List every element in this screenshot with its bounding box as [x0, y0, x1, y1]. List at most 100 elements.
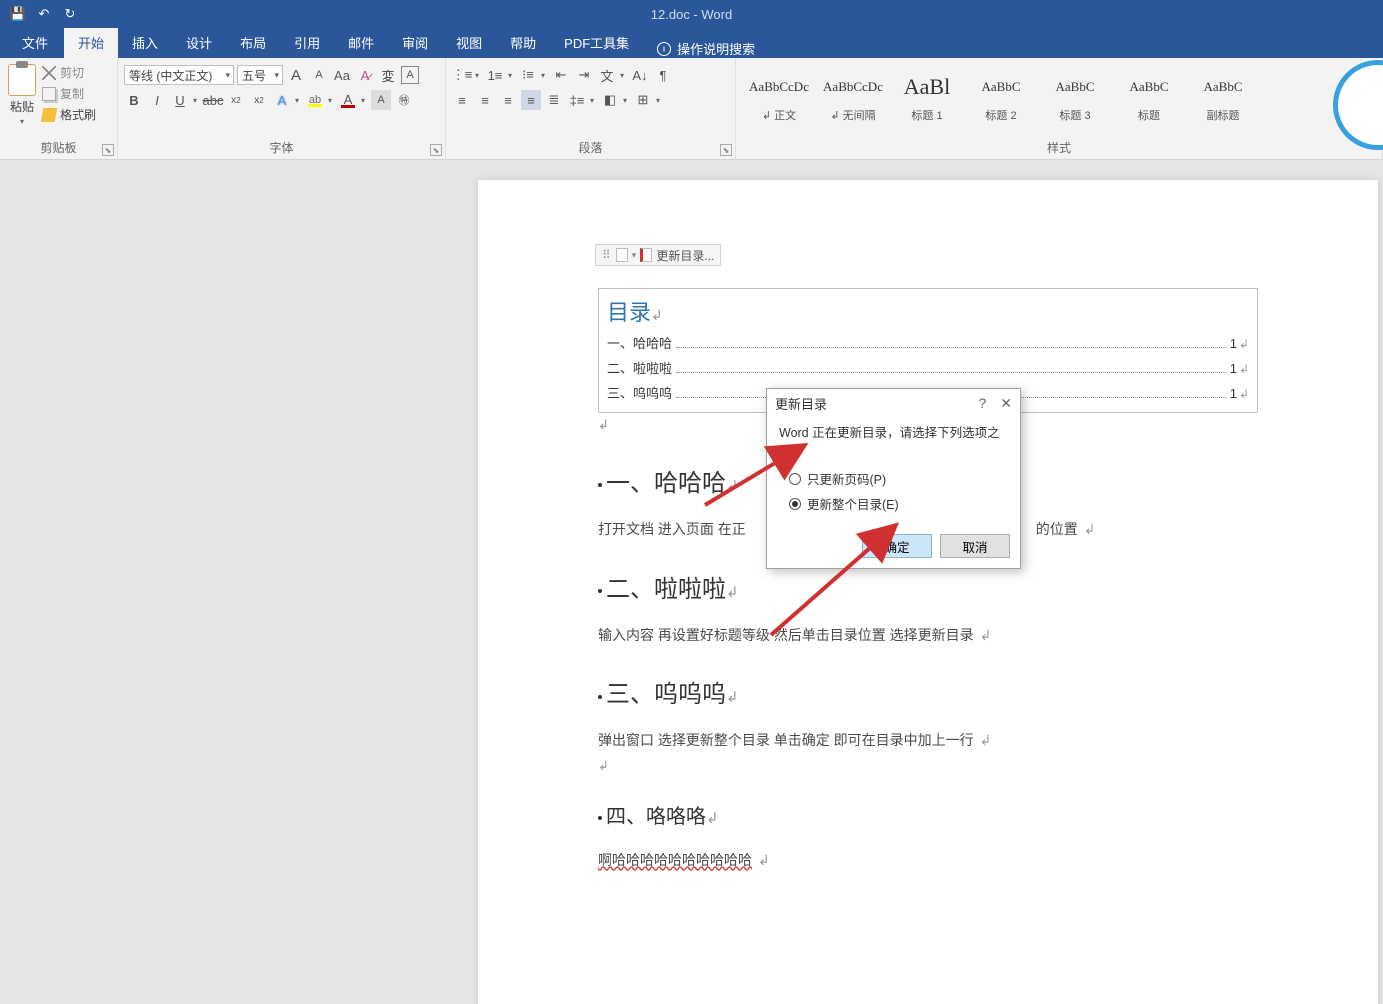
align-right-button[interactable]: ≡ — [498, 90, 518, 110]
asian-layout-button[interactable]: 文▾ — [597, 65, 627, 85]
enclose-char-button[interactable]: ㊕ — [394, 90, 414, 110]
undo-button[interactable]: ↶ — [36, 6, 52, 22]
cut-button[interactable]: 剪切 — [42, 64, 96, 81]
style-item[interactable]: AaBbC副标题 — [1186, 64, 1260, 130]
phonetic-button[interactable]: 変 — [378, 65, 398, 85]
toc-update-pill[interactable]: ⠿ ▾ 更新目录... — [595, 244, 721, 266]
font-size-combo[interactable]: 五号 — [237, 65, 283, 85]
document-area: 目录↲ 一、哈哈哈1↲二、啦啦啦1↲三、呜呜呜1↲ ↲ 一、哈哈哈↲ 打开文档 … — [0, 160, 1383, 1004]
ok-button[interactable]: 确定 — [862, 534, 932, 558]
style-item[interactable]: AaBbC标题 2 — [964, 64, 1038, 130]
bullets-button[interactable]: ⋮≡▾ — [452, 65, 482, 85]
subscript-button[interactable]: x2 — [226, 90, 246, 110]
style-name: ↲ 无间隔 — [830, 107, 875, 123]
dialog-help-button[interactable]: ? — [978, 395, 986, 412]
group-styles: AaBbCcDc↲ 正文AaBbCcDc↲ 无间隔AaBl标题 1AaBbC标题… — [736, 58, 1383, 159]
toc-entry[interactable]: 一、哈哈哈1↲ — [607, 333, 1249, 352]
style-item[interactable]: AaBbC标题 3 — [1038, 64, 1112, 130]
style-name: 标题 2 — [985, 107, 1016, 123]
tab-design[interactable]: 设计 — [172, 27, 226, 58]
save-button[interactable]: 💾 — [10, 6, 26, 22]
cancel-button[interactable]: 取消 — [940, 534, 1010, 558]
clear-formatting-button[interactable]: A̷ — [355, 65, 375, 85]
style-item[interactable]: AaBbCcDc↲ 无间隔 — [816, 64, 890, 130]
paste-dropdown-icon[interactable]: ▾ — [20, 117, 24, 126]
show-marks-button[interactable]: ¶ — [653, 65, 673, 85]
multilevel-button[interactable]: ⁝≡▾ — [518, 65, 548, 85]
title-bar: 💾 ↶ ↻ 12.doc - Word — [0, 0, 1383, 28]
heading-2: 二、啦啦啦↲ — [598, 569, 1258, 604]
decrease-indent-button[interactable]: ⇤ — [551, 65, 571, 85]
radio-entire-table[interactable]: 更新整个目录(E) — [779, 491, 1008, 516]
paste-button[interactable]: 粘贴 ▾ — [6, 62, 42, 126]
page[interactable]: 目录↲ 一、哈哈哈1↲二、啦啦啦1↲三、呜呜呜1↲ ↲ 一、哈哈哈↲ 打开文档 … — [478, 180, 1378, 1004]
format-painter-button[interactable]: 格式刷 — [42, 106, 96, 123]
style-preview: AaBbC — [1056, 71, 1095, 103]
style-preview: AaBbCcDc — [749, 71, 809, 103]
paragraph-launcher[interactable]: ⬊ — [720, 144, 732, 156]
font-launcher[interactable]: ⬊ — [430, 144, 442, 156]
heading-3: 三、呜呜呜↲ — [598, 674, 1258, 709]
strike-button[interactable]: abc — [203, 90, 223, 110]
paragraph-2: 输入内容 再设置好标题等级 然后单击目录位置 选择更新目录↲ — [598, 622, 1258, 649]
style-item[interactable]: AaBl标题 1 — [890, 64, 964, 130]
style-preview: AaBbC — [1130, 71, 1169, 103]
dialog-message: Word 正在更新目录，请选择下列选项之一: — [779, 422, 1008, 460]
tab-home[interactable]: 开始 — [64, 27, 118, 58]
distribute-button[interactable]: ≣ — [544, 90, 564, 110]
char-border-button[interactable]: A — [401, 66, 419, 84]
style-item[interactable]: AaBbC标题 — [1112, 64, 1186, 130]
radio-page-numbers[interactable]: 只更新页码(P) — [779, 466, 1008, 491]
shrink-font-button[interactable]: A — [309, 65, 329, 85]
sort-button[interactable]: A↓ — [630, 65, 650, 85]
superscript-button[interactable]: x2 — [249, 90, 269, 110]
copy-button[interactable]: 复制 — [42, 85, 96, 102]
align-left-button[interactable]: ≡ — [452, 90, 472, 110]
line-spacing-button[interactable]: ‡≡▾ — [567, 90, 597, 110]
group-font-label: 字体 — [124, 136, 439, 159]
font-name-combo[interactable]: 等线 (中文正文) — [124, 65, 234, 85]
toc-mini-icon[interactable] — [616, 248, 628, 262]
radio-icon — [789, 473, 801, 485]
borders-button[interactable]: ⊞▾ — [633, 90, 663, 110]
grow-font-button[interactable]: A — [286, 65, 306, 85]
redo-button[interactable]: ↻ — [62, 6, 78, 22]
bold-button[interactable]: B — [124, 90, 144, 110]
text-effects-button[interactable]: A▾ — [272, 90, 302, 110]
italic-button[interactable]: I — [147, 90, 167, 110]
tab-review[interactable]: 审阅 — [388, 27, 442, 58]
update-mini-icon[interactable] — [640, 248, 652, 262]
highlight-button[interactable]: ab▾ — [305, 90, 335, 110]
dialog-title: 更新目录 — [775, 394, 827, 413]
align-center-button[interactable]: ≡ — [475, 90, 495, 110]
update-toc-dialog: 更新目录 ? ✕ Word 正在更新目录，请选择下列选项之一: 只更新页码(P)… — [766, 388, 1021, 569]
numbering-button[interactable]: 1≡▾ — [485, 65, 515, 85]
clipboard-launcher[interactable]: ⬊ — [102, 144, 114, 156]
dialog-titlebar[interactable]: 更新目录 ? ✕ — [767, 389, 1020, 418]
ribbon-tabs: 文件 开始 插入 设计 布局 引用 邮件 审阅 视图 帮助 PDF工具集 操作说… — [0, 28, 1383, 58]
tab-view[interactable]: 视图 — [442, 27, 496, 58]
tab-layout[interactable]: 布局 — [226, 27, 280, 58]
increase-indent-button[interactable]: ⇥ — [574, 65, 594, 85]
style-item[interactable]: AaBbCcDc ↲ 正文 — [742, 64, 816, 130]
style-name: ↲ 正文 — [762, 107, 796, 123]
tab-pdf[interactable]: PDF工具集 — [550, 27, 643, 58]
underline-button[interactable]: U▾ — [170, 90, 200, 110]
font-color-button[interactable]: A▾ — [338, 90, 368, 110]
dialog-close-button[interactable]: ✕ — [1000, 395, 1012, 412]
justify-button[interactable]: ≡ — [521, 90, 541, 110]
toc-entry[interactable]: 二、啦啦啦1↲ — [607, 358, 1249, 377]
drag-handle-icon[interactable]: ⠿ — [602, 248, 612, 262]
tab-references[interactable]: 引用 — [280, 27, 334, 58]
shading-button[interactable]: ◧▾ — [600, 90, 630, 110]
char-shading-button[interactable]: A — [371, 90, 391, 110]
tab-insert[interactable]: 插入 — [118, 27, 172, 58]
tab-mail[interactable]: 邮件 — [334, 27, 388, 58]
paragraph-3: 弹出窗口 选择更新整个目录 单击确定 即可在目录中加上一行↲ — [598, 727, 1258, 754]
tell-me-label: 操作说明搜索 — [677, 39, 755, 58]
tab-help[interactable]: 帮助 — [496, 27, 550, 58]
tell-me[interactable]: 操作说明搜索 — [643, 39, 755, 58]
tab-file[interactable]: 文件 — [6, 27, 64, 58]
change-case-button[interactable]: Aa — [332, 65, 352, 85]
style-preview: AaBl — [904, 71, 950, 103]
